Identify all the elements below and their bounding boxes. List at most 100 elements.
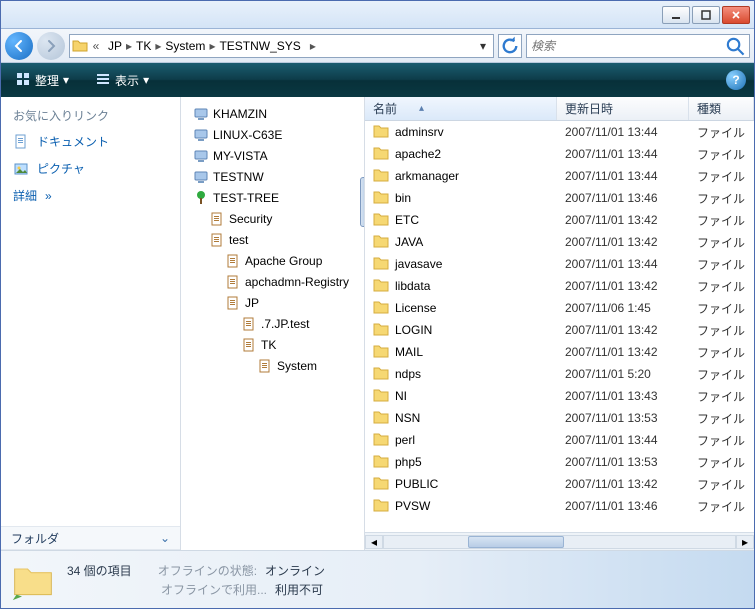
folder-icon — [373, 234, 389, 251]
folder-tree: KHAMZIN LINUX-C63E MY-VISTATESTNWTEST-TREE… — [181, 97, 364, 382]
registry-icon — [225, 295, 241, 311]
file-row[interactable]: NSN2007/11/01 13:53ファイル — [365, 407, 754, 429]
tree-node[interactable]: KHAMZIN — [181, 103, 364, 124]
file-date: 2007/11/01 13:42 — [557, 345, 689, 359]
folder-icon — [373, 410, 389, 427]
tree-node[interactable]: MY-VISTA — [181, 145, 364, 166]
file-list[interactable]: adminsrv2007/11/01 13:44ファイルapache22007/… — [365, 121, 754, 532]
breadcrumb-item[interactable]: JP — [104, 39, 126, 53]
computer-icon — [193, 106, 209, 122]
file-row[interactable]: PVSW2007/11/01 13:46ファイル — [365, 495, 754, 517]
scroll-left-button[interactable]: ◂ — [365, 535, 383, 549]
search-input[interactable] — [531, 39, 725, 53]
file-row[interactable]: ndps2007/11/01 5:20ファイル — [365, 363, 754, 385]
scroll-thumb[interactable] — [468, 536, 564, 548]
file-type: ファイル — [689, 168, 754, 185]
file-row[interactable]: License2007/11/06 1:45ファイル — [365, 297, 754, 319]
file-type: ファイル — [689, 278, 754, 295]
tree-node[interactable]: LINUX-C63E — [181, 124, 364, 145]
file-row[interactable]: ETC2007/11/01 13:42ファイル — [365, 209, 754, 231]
folder-icon — [373, 300, 389, 317]
folder-icon — [373, 454, 389, 471]
back-button[interactable] — [5, 32, 33, 60]
pictures-icon — [13, 161, 29, 177]
column-header-modified[interactable]: 更新日時 — [557, 97, 689, 120]
file-type: ファイル — [689, 190, 754, 207]
file-row[interactable]: apache22007/11/01 13:44ファイル — [365, 143, 754, 165]
file-row[interactable]: bin2007/11/01 13:46ファイル — [365, 187, 754, 209]
search-icon[interactable] — [725, 36, 745, 56]
tree-node[interactable]: Security — [181, 208, 364, 229]
folder-icon — [373, 322, 389, 339]
column-header-type[interactable]: 種類 — [689, 97, 754, 120]
scroll-right-button[interactable]: ▸ — [736, 535, 754, 549]
help-button[interactable]: ? — [726, 70, 746, 90]
tree-node[interactable]: test — [181, 229, 364, 250]
favorite-documents[interactable]: ドキュメント — [1, 128, 180, 155]
tree-node[interactable]: apchadmn-Registry — [181, 271, 364, 292]
file-row[interactable]: PUBLIC2007/11/01 13:42ファイル — [365, 473, 754, 495]
address-dropdown-icon[interactable]: ▾ — [475, 39, 491, 53]
tree-label: LINUX-C63E — [213, 128, 282, 142]
tree-node[interactable]: .7.JP.test — [181, 313, 364, 334]
status-bar: 34 個の項目 オフラインの状態: オンライン オフラインで利用... 利用不可 — [1, 550, 754, 608]
favorite-more[interactable]: 詳細 » — [1, 182, 180, 209]
file-row[interactable]: JAVA2007/11/01 13:42ファイル — [365, 231, 754, 253]
chevron-right-icon[interactable]: ▸ — [307, 39, 319, 53]
tree-node[interactable]: TESTNW — [181, 166, 364, 187]
column-header-name[interactable]: 名前 ▴ — [365, 97, 557, 120]
file-row[interactable]: LOGIN2007/11/01 13:42ファイル — [365, 319, 754, 341]
tree-label: Apache Group — [245, 254, 322, 268]
tree-label: System — [277, 359, 317, 373]
tree-node[interactable]: System — [181, 355, 364, 376]
favorite-pictures[interactable]: ピクチャ — [1, 155, 180, 182]
file-type: ファイル — [689, 344, 754, 361]
breadcrumb-item[interactable]: TK — [132, 39, 155, 53]
tree-node[interactable]: TK — [181, 334, 364, 355]
maximize-button[interactable] — [692, 6, 720, 24]
file-row[interactable]: libdata2007/11/01 13:42ファイル — [365, 275, 754, 297]
file-name: apache2 — [395, 147, 441, 161]
file-date: 2007/11/01 13:44 — [557, 125, 689, 139]
tree-label: test — [229, 233, 248, 247]
splitter-handle[interactable] — [360, 177, 365, 227]
file-row[interactable]: php52007/11/01 13:53ファイル — [365, 451, 754, 473]
views-button[interactable]: 表示 ▾ — [89, 67, 155, 94]
close-button[interactable] — [722, 6, 750, 24]
file-row[interactable]: MAIL2007/11/01 13:42ファイル — [365, 341, 754, 363]
folder-icon — [373, 498, 389, 515]
file-type: ファイル — [689, 300, 754, 317]
file-type: ファイル — [689, 432, 754, 449]
minimize-button[interactable] — [662, 6, 690, 24]
address-bar[interactable]: « JP▸TK▸System▸TESTNW_SYS ▸ ▾ — [69, 34, 494, 58]
file-row[interactable]: adminsrv2007/11/01 13:44ファイル — [365, 121, 754, 143]
file-date: 2007/11/01 13:44 — [557, 169, 689, 183]
file-row[interactable]: NI2007/11/01 13:43ファイル — [365, 385, 754, 407]
forward-button[interactable] — [37, 32, 65, 60]
computer-icon — [193, 127, 209, 143]
titlebar — [1, 1, 754, 29]
file-row[interactable]: arkmanager2007/11/01 13:44ファイル — [365, 165, 754, 187]
file-row[interactable]: perl2007/11/01 13:44ファイル — [365, 429, 754, 451]
folders-header[interactable]: フォルダ ⌄ — [1, 526, 180, 550]
history-dropdown-icon[interactable]: « — [90, 39, 102, 53]
breadcrumb-item[interactable]: TESTNW_SYS — [215, 39, 304, 53]
refresh-button[interactable] — [498, 34, 522, 58]
scroll-track[interactable] — [383, 535, 736, 549]
registry-icon — [257, 358, 273, 374]
breadcrumb-item[interactable]: System — [161, 39, 209, 53]
tree-node[interactable]: Apache Group — [181, 250, 364, 271]
search-box[interactable] — [526, 34, 750, 58]
computer-icon — [193, 148, 209, 164]
file-name: javasave — [395, 257, 442, 271]
tree-node[interactable]: JP — [181, 292, 364, 313]
file-row[interactable]: javasave2007/11/01 13:44ファイル — [365, 253, 754, 275]
offline-use-value: 利用不可 — [275, 581, 323, 598]
file-date: 2007/11/01 13:44 — [557, 433, 689, 447]
explorer-window: « JP▸TK▸System▸TESTNW_SYS ▸ ▾ 整理 ▾ 表示 ▾ … — [0, 0, 755, 609]
organize-button[interactable]: 整理 ▾ — [9, 67, 75, 94]
folder-icon — [373, 256, 389, 273]
tree-node[interactable]: TEST-TREE — [181, 187, 364, 208]
file-type: ファイル — [689, 146, 754, 163]
offline-state-key: オフラインの状態: — [158, 562, 257, 579]
